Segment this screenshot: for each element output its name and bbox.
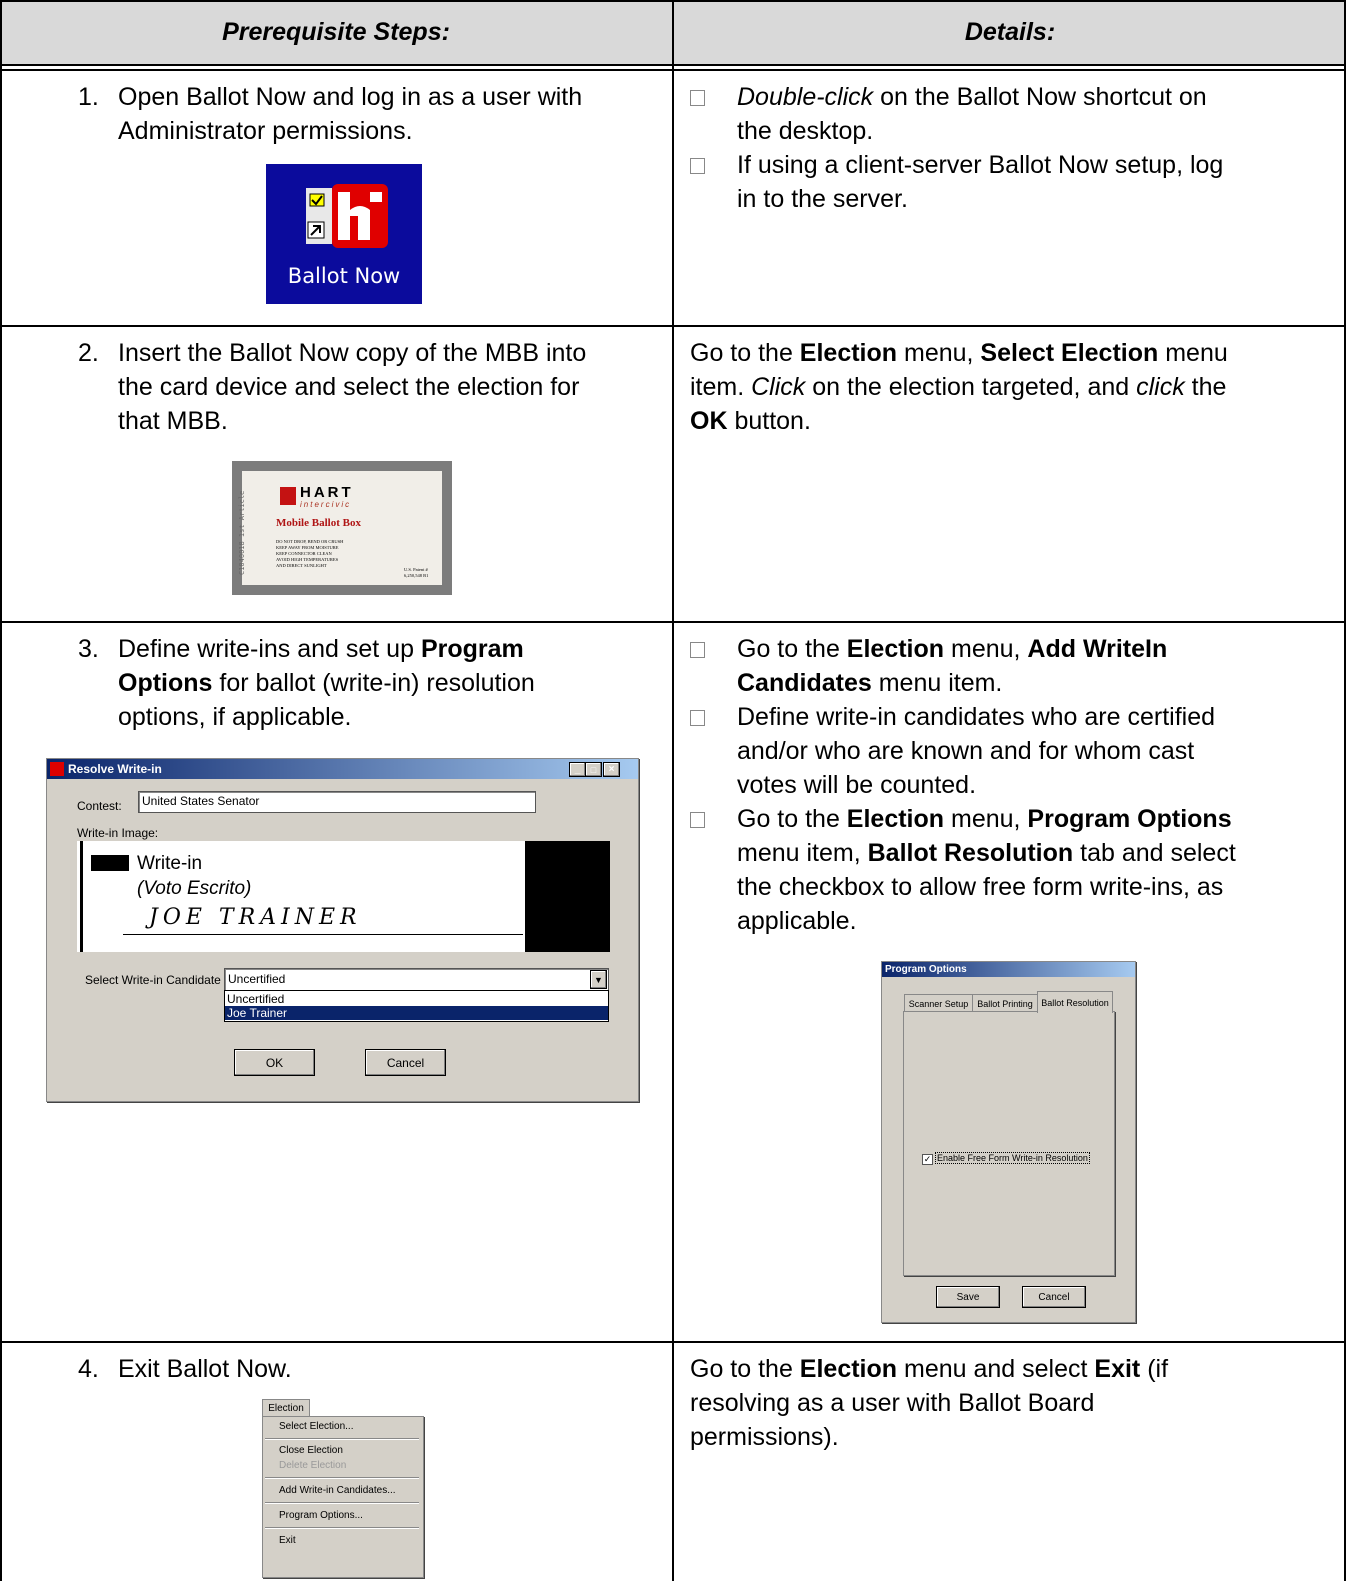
- bullet: [690, 700, 705, 734]
- card-sub: intercivic: [300, 500, 352, 509]
- detail-line: the checkbox to allow free form write-in…: [737, 873, 1224, 901]
- detail-line: Go to the Election menu, Add WriteIn: [737, 635, 1168, 663]
- hart-logo-icon: [280, 487, 296, 505]
- card-brand: HART: [300, 484, 354, 501]
- detail-line: and/or who are known and for whom cast: [737, 737, 1195, 765]
- detail-line: Define write-in candidates who are certi…: [737, 703, 1216, 731]
- detail-line: If using a client-server Ballot Now setu…: [737, 151, 1224, 179]
- free-form-checkbox[interactable]: ✓: [922, 1154, 933, 1165]
- ok-button[interactable]: OK: [234, 1049, 315, 1076]
- bullet: [690, 148, 705, 182]
- menu-item-select-election[interactable]: Select Election...: [279, 1421, 353, 1432]
- detail-line: permissions).: [690, 1423, 839, 1451]
- contest-field[interactable]: United States Senator: [138, 791, 536, 813]
- step-text-line: Open Ballot Now and log in as a user wit…: [118, 83, 583, 111]
- card-title: Mobile Ballot Box: [276, 517, 361, 529]
- step-number: 4.: [78, 1355, 99, 1383]
- cancel-button[interactable]: Cancel: [1022, 1286, 1086, 1308]
- header-prerequisite: Prerequisite Steps:: [222, 17, 450, 46]
- writein-image: Write-in (Voto Escrito) JOE TRAINER: [77, 841, 610, 952]
- dialog-title: Program Options: [885, 964, 967, 975]
- steps-table: Prerequisite Steps: Details: 1. Open Bal…: [0, 0, 1346, 1581]
- detail-line: the desktop.: [737, 117, 874, 145]
- candidate-dropdown-list: Uncertified Joe Trainer: [224, 990, 609, 1022]
- writein-image-label: Write-in Image:: [77, 826, 159, 840]
- menu-title-election[interactable]: Election: [262, 1399, 310, 1417]
- maximize-button[interactable]: □: [585, 762, 602, 777]
- divider: [1344, 0, 1346, 1581]
- step-text-line: Insert the Ballot Now copy of the MBB in…: [118, 339, 587, 367]
- detail-line: Go to the Election menu, Program Options: [737, 805, 1232, 833]
- dropdown-option-selected[interactable]: Joe Trainer: [225, 1006, 608, 1020]
- tab-panel: ✓ Enable Free Form Write-in Resolution: [903, 1011, 1115, 1276]
- close-button[interactable]: ×: [603, 762, 620, 777]
- chevron-down-icon[interactable]: ▼: [590, 970, 607, 989]
- tab-ballot-printing[interactable]: Ballot Printing: [972, 994, 1038, 1012]
- ballot-now-shortcut-icon[interactable]: Ballot Now: [266, 164, 422, 304]
- handwriting: JOE TRAINER: [149, 905, 362, 930]
- dialog-titlebar: Program Options: [882, 962, 1135, 977]
- detail-line: votes will be counted.: [737, 771, 977, 799]
- program-options-dialog: Program Options Scanner Setup Ballot Pri…: [881, 961, 1136, 1323]
- header-details: Details:: [964, 17, 1056, 46]
- dialog-title: Resolve Write-in: [68, 762, 162, 776]
- menu-item-exit[interactable]: Exit: [279, 1535, 296, 1546]
- tab-ballot-resolution[interactable]: Ballot Resolution: [1037, 991, 1113, 1013]
- divider: [0, 0, 2, 1581]
- dropdown-option[interactable]: Uncertified: [227, 992, 284, 1006]
- bullet: [690, 802, 705, 836]
- menu-item-program-options[interactable]: Program Options...: [279, 1510, 363, 1521]
- app-icon: [50, 762, 64, 776]
- minimize-button[interactable]: _: [569, 762, 586, 777]
- tab-scanner-setup[interactable]: Scanner Setup: [904, 994, 973, 1012]
- icon-label: Ballot Now: [287, 264, 401, 288]
- detail-line: Double-click on the Ballot Now shortcut …: [737, 83, 1207, 111]
- detail-line: Go to the Election menu, Select Election…: [690, 339, 1228, 367]
- detail-line: Go to the Election menu and select Exit …: [690, 1355, 1169, 1383]
- step-text-line: Define write-ins and set up Program: [118, 635, 524, 663]
- contest-label: Contest:: [77, 799, 122, 813]
- hart-logo-icon: [306, 184, 388, 248]
- menu-item-add-writein[interactable]: Add Write-in Candidates...: [279, 1485, 396, 1496]
- bullet: [690, 632, 705, 666]
- divider: [672, 0, 674, 1581]
- checkbox-label: Enable Free Form Write-in Resolution: [935, 1152, 1090, 1164]
- detail-line: Candidates menu item.: [737, 669, 1003, 697]
- detail-line: OK button.: [690, 407, 811, 435]
- detail-line: applicable.: [737, 907, 857, 935]
- menu-item-close-election[interactable]: Close Election: [279, 1445, 343, 1456]
- election-menu: Election Select Election... Close Electi…: [262, 1399, 424, 1578]
- detail-line: menu item, Ballot Resolution tab and sel…: [737, 839, 1236, 867]
- step-text-line: Exit Ballot Now.: [118, 1355, 292, 1383]
- mobile-ballot-box-card-photo: C1040018 1st Article HART intercivic Mob…: [232, 461, 452, 595]
- detail-line: in to the server.: [737, 185, 908, 213]
- step-text-line: the card device and select the election …: [118, 373, 580, 401]
- card-side-text: C1040018 1st Article: [238, 490, 246, 575]
- dialog-titlebar: Resolve Write-in _ □ ×: [47, 759, 638, 779]
- resolve-writein-dialog: Resolve Write-in _ □ × Contest: United S…: [46, 758, 639, 1102]
- detail-line: item. Click on the election targeted, an…: [690, 373, 1227, 401]
- step-number: 2.: [78, 339, 99, 367]
- step-text-line: that MBB.: [118, 407, 228, 435]
- bullet: [690, 80, 705, 114]
- candidate-select[interactable]: Uncertified ▼: [224, 968, 609, 991]
- card-warnings: DO NOT DROP, BEND OR CRUSH KEEP AWAY FRO…: [276, 539, 344, 568]
- cancel-button[interactable]: Cancel: [365, 1049, 446, 1076]
- step-text-line: options, if applicable.: [118, 703, 352, 731]
- detail-line: resolving as a user with Ballot Board: [690, 1389, 1095, 1417]
- save-button[interactable]: Save: [936, 1286, 1000, 1308]
- menu-item-delete-election: Delete Election: [279, 1460, 347, 1471]
- step-text-line: Administrator permissions.: [118, 117, 413, 145]
- select-candidate-label: Select Write-in Candidate: [85, 973, 221, 987]
- step-number: 1.: [78, 83, 99, 111]
- step-text-line: Options for ballot (write-in) resolution: [118, 669, 535, 697]
- step-number: 3.: [78, 635, 99, 663]
- card-patent: U.S. Patent # 6,250,548 B1: [404, 567, 429, 578]
- filled-oval-icon: [91, 855, 129, 871]
